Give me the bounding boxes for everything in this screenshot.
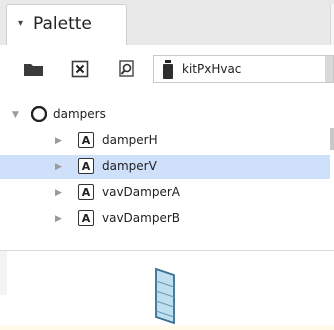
preview-left-strip xyxy=(0,251,7,295)
module-select[interactable]: kitPxHvac xyxy=(153,55,334,83)
folder-icon xyxy=(24,64,43,76)
tree-item-label: vavDamperA xyxy=(102,185,180,199)
open-palette-button[interactable] xyxy=(22,57,46,81)
module-select-value: kitPxHvac xyxy=(182,62,242,76)
tab-strip-edge xyxy=(330,4,334,45)
tree-node-root[interactable]: ▼ dampers xyxy=(0,103,330,127)
tab-palette[interactable]: ▾ Palette xyxy=(6,4,127,45)
status-strip xyxy=(0,326,334,330)
tree-item-label: damperV xyxy=(102,159,157,173)
folder-circle-icon xyxy=(30,105,48,123)
tree-item-label: damperH xyxy=(102,133,158,147)
tree-item-selected[interactable]: ▶ A damperV xyxy=(0,155,330,179)
expand-right-icon[interactable]: ▶ xyxy=(55,214,62,224)
tree-item-label: vavDamperB xyxy=(102,211,181,225)
vertical-damper-icon xyxy=(155,267,175,325)
close-box-icon xyxy=(71,60,89,78)
component-a-icon: A xyxy=(78,132,94,148)
dropdown-arrow[interactable] xyxy=(325,56,333,82)
jar-icon xyxy=(162,60,174,84)
tree-root-label: dampers xyxy=(53,107,106,121)
tree-item[interactable]: ▶ A vavDamperA xyxy=(0,181,330,205)
tree-item[interactable]: ▶ A damperH xyxy=(0,129,330,153)
expand-down-icon[interactable]: ▼ xyxy=(12,110,19,120)
tab-strip: ▾ Palette xyxy=(0,0,334,45)
tree-scrollbar-thumb[interactable] xyxy=(330,128,334,150)
preview-pane xyxy=(0,251,334,330)
find-button[interactable] xyxy=(115,57,139,81)
component-a-icon: A xyxy=(78,184,94,200)
close-palette-button[interactable] xyxy=(68,57,92,81)
palette-panel: ▾ Palette kitPxHvac ▼ dampers ▶ A damper… xyxy=(0,0,334,330)
palette-tree: ▼ dampers ▶ A damperH ▶ A damperV ▶ A va… xyxy=(0,95,334,250)
find-icon xyxy=(119,60,134,77)
component-a-icon: A xyxy=(78,158,94,174)
tree-item[interactable]: ▶ A vavDamperB xyxy=(0,207,330,231)
expand-right-icon[interactable]: ▶ xyxy=(55,188,62,198)
tab-title: Palette xyxy=(33,14,92,34)
expand-right-icon[interactable]: ▶ xyxy=(55,136,62,146)
component-a-icon: A xyxy=(78,210,94,226)
collapse-caret-icon[interactable]: ▾ xyxy=(18,18,23,29)
palette-toolbar: kitPxHvac xyxy=(0,45,334,95)
expand-right-icon[interactable]: ▶ xyxy=(55,162,62,172)
